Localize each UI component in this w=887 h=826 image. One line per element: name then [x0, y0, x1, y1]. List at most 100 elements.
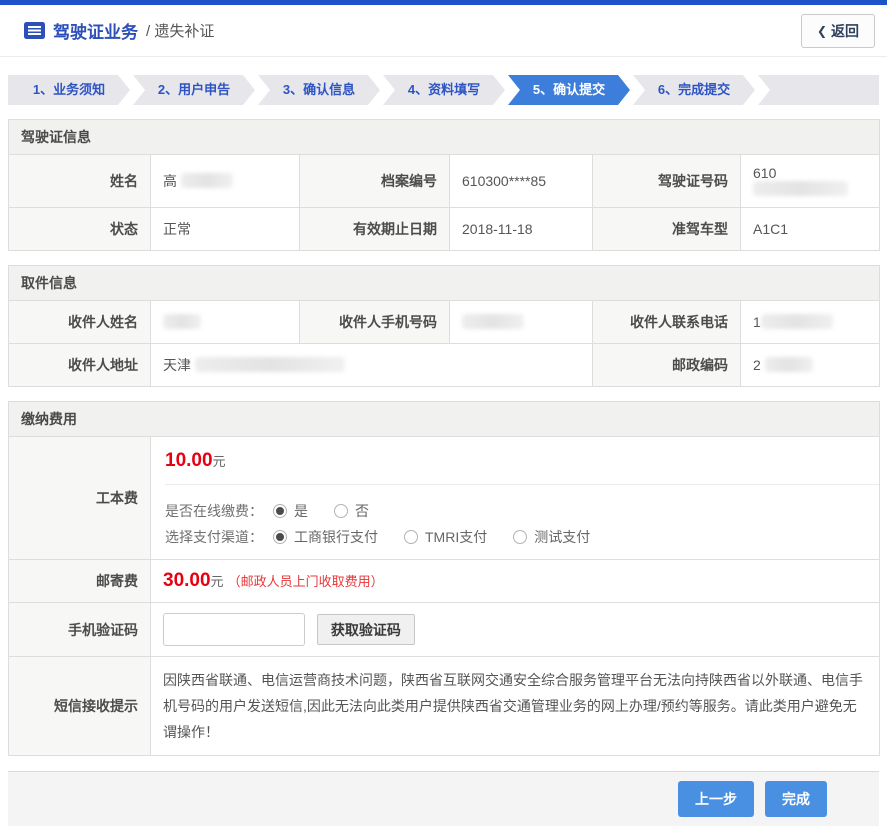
table-row: 收件人地址 天津 邮政编码 2	[9, 344, 880, 387]
value-text: 高	[163, 173, 177, 189]
field-label-name: 姓名	[9, 155, 151, 208]
field-label-recipient-address: 收件人地址	[9, 344, 151, 387]
table-row: 短信接收提示 因陕西省联通、电信运营商技术问题，陕西省互联网交通安全综合服务管理…	[9, 657, 880, 756]
value-text: 1	[753, 314, 761, 330]
section-title-license: 驾驶证信息	[9, 120, 880, 155]
field-value-expiry: 2018-11-18	[450, 208, 593, 251]
list-icon	[24, 22, 45, 39]
work-fee-unit: 元	[213, 454, 226, 469]
field-value-vehicle-class: A1C1	[741, 208, 880, 251]
get-sms-code-button[interactable]: 获取验证码	[317, 614, 415, 645]
masked-value	[195, 357, 345, 372]
work-fee-amount: 10.00	[165, 450, 213, 471]
field-label-postage-fee: 邮寄费	[9, 560, 151, 603]
field-value-recipient-phone: 1	[741, 301, 880, 344]
previous-step-button[interactable]: 上一步	[678, 781, 754, 817]
step-bar-filler	[758, 75, 879, 105]
step-6-complete-submit[interactable]: 6、完成提交	[633, 75, 755, 105]
table-row: 状态 正常 有效期止日期 2018-11-18 准驾车型 A1C1	[9, 208, 880, 251]
step-1-business-notes[interactable]: 1、业务须知	[8, 75, 130, 105]
radio-unchecked-icon	[404, 530, 418, 544]
radio-channel-test[interactable]: 测试支付	[513, 527, 590, 547]
back-button-label: 返回	[831, 21, 859, 41]
radio-label: 否	[355, 501, 369, 521]
field-label-vehicle-class: 准驾车型	[593, 208, 741, 251]
radio-label: 测试支付	[534, 527, 590, 547]
back-button[interactable]: ❮ 返回	[801, 14, 875, 48]
pickup-info-table: 取件信息 收件人姓名 收件人手机号码 收件人联系电话 1 收件人地址 天津 邮政…	[8, 265, 880, 387]
value-text: 天津	[163, 357, 191, 373]
radio-checked-icon	[273, 504, 287, 518]
step-3-confirm-info[interactable]: 3、确认信息	[258, 75, 380, 105]
field-value-name: 高	[151, 155, 300, 208]
postage-unit: 元	[211, 574, 224, 589]
masked-value	[761, 314, 833, 329]
field-label-status: 状态	[9, 208, 151, 251]
masked-value	[765, 357, 813, 372]
masked-value	[181, 173, 233, 188]
radio-label: TMRI支付	[425, 527, 487, 547]
work-fee-amount-line: 10.00元	[165, 437, 879, 484]
pay-channel-question: 选择支付渠道：	[165, 527, 263, 547]
table-row: 姓名 高 档案编号 610300****85 驾驶证号码 610	[9, 155, 880, 208]
field-label-recipient-name: 收件人姓名	[9, 301, 151, 344]
sms-code-input[interactable]	[163, 613, 305, 646]
field-value-recipient-mobile	[450, 301, 593, 344]
field-label-sms-code: 手机验证码	[9, 603, 151, 657]
field-label-recipient-mobile: 收件人手机号码	[300, 301, 450, 344]
page-header: 驾驶证业务 / 遗失补证 ❮ 返回	[0, 5, 887, 57]
table-row: 邮寄费 30.00元 （邮政人员上门收取费用）	[9, 560, 880, 603]
postage-note: （邮政人员上门收取费用）	[228, 574, 384, 589]
radio-online-yes[interactable]: 是	[273, 501, 308, 521]
online-pay-question-row: 是否在线缴费： 是 否	[165, 501, 879, 521]
field-label-work-fee: 工本费	[9, 437, 151, 560]
postage-amount: 30.00	[163, 570, 211, 591]
field-value-zip-code: 2	[741, 344, 880, 387]
masked-value	[753, 181, 848, 196]
field-value-work-fee: 10.00元 是否在线缴费： 是 否 选择支付渠道： 工商银行支付 TMRI支付…	[151, 437, 880, 560]
value-text: 610	[753, 165, 776, 181]
field-label-license-number: 驾驶证号码	[593, 155, 741, 208]
field-value-license-number: 610	[741, 155, 880, 208]
radio-unchecked-icon	[513, 530, 527, 544]
field-label-recipient-phone: 收件人联系电话	[593, 301, 741, 344]
section-title-pickup: 取件信息	[9, 266, 880, 301]
chevron-left-icon: ❮	[817, 24, 827, 38]
value-text: 2	[753, 357, 761, 373]
step-4-fill-data[interactable]: 4、资料填写	[383, 75, 505, 105]
field-label-file-number: 档案编号	[300, 155, 450, 208]
step-wizard: 1、业务须知 2、用户申告 3、确认信息 4、资料填写 5、确认提交 6、完成提…	[8, 75, 879, 105]
pay-channel-row: 选择支付渠道： 工商银行支付 TMRI支付 测试支付	[165, 527, 879, 547]
radio-channel-icbc[interactable]: 工商银行支付	[273, 527, 378, 547]
field-value-sms-code: 获取验证码	[151, 603, 880, 657]
step-5-confirm-submit[interactable]: 5、确认提交	[508, 75, 630, 105]
field-label-expiry: 有效期止日期	[300, 208, 450, 251]
breadcrumb-current: / 遗失补证	[146, 20, 214, 41]
page-title: 驾驶证业务	[53, 18, 138, 43]
radio-checked-icon	[273, 530, 287, 544]
field-value-file-number: 610300****85	[450, 155, 593, 208]
table-row: 工本费 10.00元 是否在线缴费： 是 否 选择支付渠道： 工商银行支付 TM…	[9, 437, 880, 560]
radio-channel-tmri[interactable]: TMRI支付	[404, 527, 487, 547]
radio-label: 工商银行支付	[294, 527, 378, 547]
field-value-recipient-name	[151, 301, 300, 344]
field-value-postage-fee: 30.00元 （邮政人员上门收取费用）	[151, 560, 880, 603]
radio-unchecked-icon	[334, 504, 348, 518]
field-value-recipient-address: 天津	[151, 344, 593, 387]
section-title-payment: 缴纳费用	[9, 402, 880, 437]
radio-label: 是	[294, 501, 308, 521]
footer-action-bar: 上一步 完成	[8, 771, 879, 826]
license-info-table: 驾驶证信息 姓名 高 档案编号 610300****85 驾驶证号码 610 状…	[8, 119, 880, 251]
field-value-status: 正常	[151, 208, 300, 251]
table-row: 收件人姓名 收件人手机号码 收件人联系电话 1	[9, 301, 880, 344]
masked-value	[163, 314, 201, 329]
field-label-sms-notice: 短信接收提示	[9, 657, 151, 756]
online-payment-options: 是否在线缴费： 是 否 选择支付渠道： 工商银行支付 TMRI支付 测试支付	[165, 484, 879, 559]
table-row: 手机验证码 获取验证码	[9, 603, 880, 657]
masked-value	[462, 314, 524, 329]
online-pay-question: 是否在线缴费：	[165, 501, 263, 521]
radio-online-no[interactable]: 否	[334, 501, 369, 521]
step-2-user-declaration[interactable]: 2、用户申告	[133, 75, 255, 105]
finish-button[interactable]: 完成	[765, 781, 827, 817]
sms-notice-text: 因陕西省联通、电信运营商技术问题，陕西省互联网交通安全综合服务管理平台无法向持陕…	[151, 657, 880, 756]
